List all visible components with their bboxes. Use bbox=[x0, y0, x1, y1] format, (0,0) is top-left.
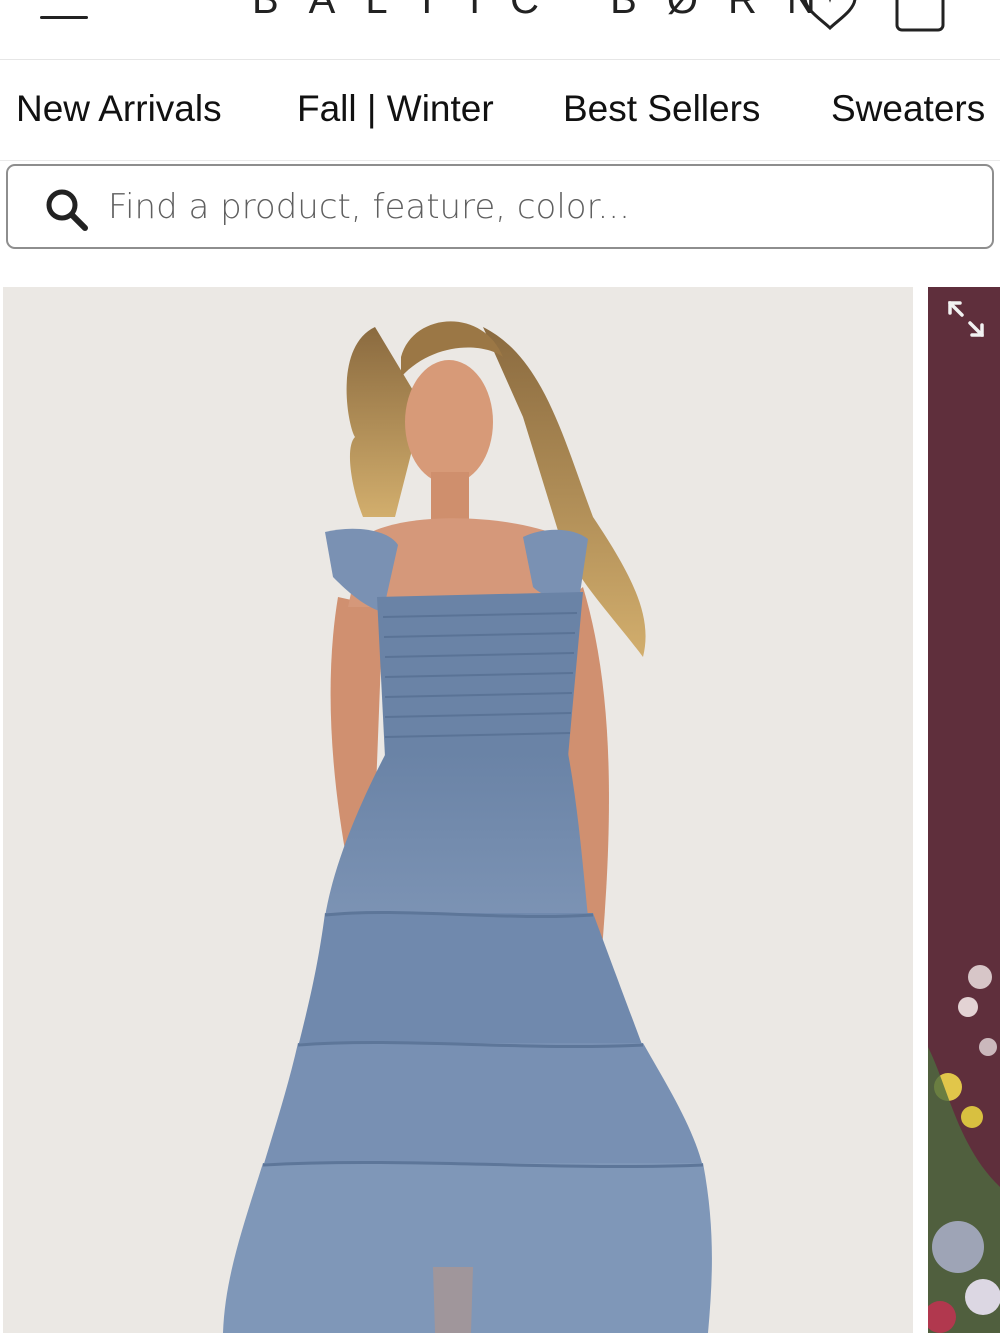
product-image-next[interactable] bbox=[928, 287, 1000, 1333]
bag-icon bbox=[895, 0, 945, 32]
site-header: BALTIC BØRN bbox=[0, 0, 1000, 60]
search-input[interactable] bbox=[108, 180, 968, 234]
cart-button[interactable] bbox=[892, 0, 948, 34]
category-nav: New Arrivals Fall | Winter Best Sellers … bbox=[0, 61, 1000, 161]
nav-item-fall-winter[interactable]: Fall | Winter bbox=[297, 88, 494, 130]
wishlist-button[interactable] bbox=[798, 0, 862, 34]
nav-item-best-sellers[interactable]: Best Sellers bbox=[563, 88, 760, 130]
nav-item-new-arrivals[interactable]: New Arrivals bbox=[16, 88, 222, 130]
search-bar[interactable] bbox=[6, 164, 994, 249]
flower-arrangement bbox=[928, 965, 1000, 1333]
hamburger-menu-button[interactable] bbox=[38, 0, 90, 30]
hamburger-line bbox=[40, 16, 88, 19]
search-icon[interactable] bbox=[42, 185, 90, 233]
product-photo bbox=[223, 321, 712, 1333]
brand-logo[interactable]: BALTIC BØRN bbox=[252, 0, 846, 23]
product-image-main[interactable] bbox=[3, 287, 913, 1333]
heart-icon bbox=[803, 0, 857, 31]
nav-item-sweaters[interactable]: Sweaters bbox=[831, 88, 985, 130]
